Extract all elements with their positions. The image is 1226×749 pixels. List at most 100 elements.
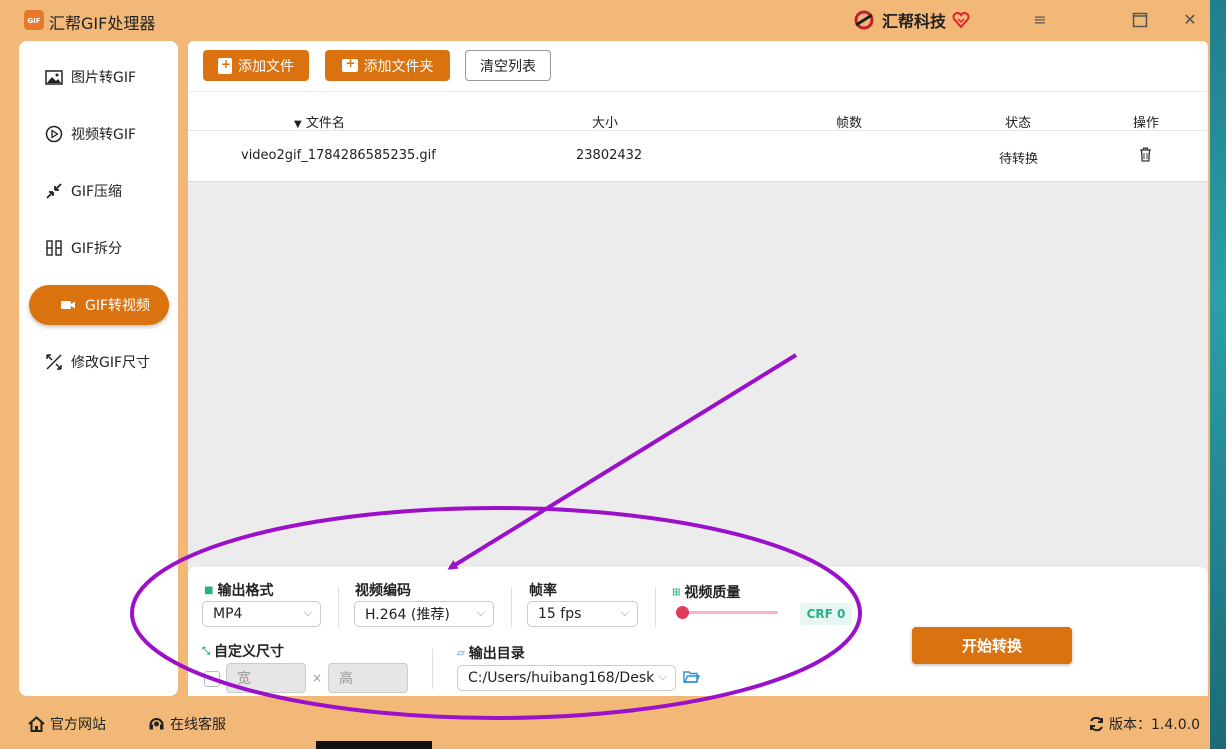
divider <box>655 587 656 627</box>
divider <box>511 587 512 627</box>
column-header-size: 大小 <box>592 116 619 131</box>
online-support-label: 在线客服 <box>170 717 226 733</box>
width-input[interactable]: 宽 <box>226 663 306 693</box>
video-codec-select[interactable]: H.264 (推荐) ⌵ <box>354 601 494 627</box>
sidebar-item-label: GIF拆分 <box>71 241 123 257</box>
split-icon <box>45 239 63 257</box>
file-table: ▼ 文件名 大小 帧数 状态 操作 video2gif_178428658523… <box>188 91 1208 182</box>
sidebar-item-gif-split[interactable]: GIF拆分 <box>29 228 169 268</box>
app-logo-icon: GIF <box>24 10 44 30</box>
image-icon <box>45 68 63 86</box>
frame-rate-value: 15 fps <box>538 606 582 622</box>
close-icon[interactable]: ✕ <box>1178 8 1202 32</box>
sidebar-item-label: 图片转GIF <box>71 70 137 86</box>
video-camera-icon <box>59 296 77 314</box>
sidebar-item-gif-to-video[interactable]: GIF转视频 <box>29 285 169 325</box>
folder-icon: ▱ <box>457 647 465 659</box>
open-folder-icon[interactable] <box>683 670 701 688</box>
app-window: GIF 汇帮GIF处理器 汇帮科技 ≡ ✕ 图片转GIF 视频转GIF GIF压… <box>0 0 1210 749</box>
add-file-icon <box>218 57 232 74</box>
sidebar-item-video-to-gif[interactable]: 视频转GIF <box>29 114 169 154</box>
resize-icon: ⤡ <box>202 645 210 657</box>
chevron-down-icon: ⌵ <box>658 670 667 683</box>
sidebar-item-image-to-gif[interactable]: 图片转GIF <box>29 57 169 97</box>
output-format-select[interactable]: MP4 ⌵ <box>202 601 321 627</box>
resize-icon <box>45 353 63 371</box>
toolbar: 添加文件 添加文件夹 清空列表 <box>188 41 1208 91</box>
video-codec-value: H.264 (推荐) <box>365 607 450 623</box>
output-dir-value: C:/Users/huibang168/Desk <box>468 670 655 686</box>
taskbar-fragment <box>316 741 432 749</box>
version-label: 版本：1.4.0.0 <box>1109 717 1200 733</box>
quality-slider-thumb[interactable] <box>676 606 689 619</box>
header-divider <box>188 130 1208 131</box>
chevron-down-icon: ⌵ <box>303 606 312 619</box>
sidebar-item-label: 修改GIF尺寸 <box>71 355 151 371</box>
title-bar: GIF 汇帮GIF处理器 汇帮科技 ≡ ✕ <box>0 0 1210 40</box>
video-quality-label: ⊞ 视频质量 <box>672 582 740 602</box>
frame-rate-select[interactable]: 15 fps ⌵ <box>527 601 638 627</box>
grid-icon: ⊞ <box>672 586 681 598</box>
column-header-frames: 帧数 <box>836 116 863 131</box>
sidebar: 图片转GIF 视频转GIF GIF压缩 GIF拆分 GIF转视频 修改GIF尺寸 <box>19 41 178 696</box>
output-format-label-text: 输出格式 <box>217 583 274 599</box>
divider <box>338 587 339 627</box>
video-quality-label-text: 视频质量 <box>684 585 741 601</box>
heart-icon[interactable] <box>952 11 970 29</box>
file-name-cell: video2gif_1784286585235.gif <box>241 148 436 163</box>
app-title: 汇帮GIF处理器 <box>49 14 156 33</box>
settings-panel: ■ 输出格式 MP4 ⌵ 视频编码 H.264 (推荐) ⌵ 帧率 15 fps… <box>188 567 1208 696</box>
file-status-cell: 待转换 <box>999 152 1039 167</box>
status-bar: 官方网站 在线客服 版本：1.4.0.0 <box>0 700 1210 749</box>
output-dir-label: ▱ 输出目录 <box>457 643 525 663</box>
divider <box>432 649 433 689</box>
video-codec-label: 视频编码 <box>355 583 411 599</box>
add-folder-icon <box>341 56 358 72</box>
brand: 汇帮科技 <box>852 8 970 32</box>
quality-slider-track[interactable] <box>683 611 778 614</box>
custom-size-label-text: 自定义尺寸 <box>214 644 284 660</box>
times-sign: × <box>312 671 323 685</box>
chevron-down-icon: ⌵ <box>620 606 629 619</box>
home-icon <box>28 716 45 732</box>
official-website-label: 官方网站 <box>50 717 106 733</box>
height-input[interactable]: 高 <box>328 663 408 693</box>
chevron-down-icon: ⌵ <box>476 606 485 619</box>
refresh-icon <box>1090 716 1103 732</box>
output-dir-label-text: 输出目录 <box>468 646 525 662</box>
compress-arrows-icon <box>45 182 63 200</box>
trash-icon[interactable] <box>1139 147 1152 166</box>
add-file-button[interactable]: 添加文件 <box>203 50 309 81</box>
add-folder-label: 添加文件夹 <box>363 58 434 75</box>
version-info[interactable]: 版本：1.4.0.0 <box>1088 714 1200 734</box>
official-website-link[interactable]: 官方网站 <box>28 714 106 734</box>
sort-desc-icon: ▼ <box>294 119 302 130</box>
table-divider <box>188 181 1208 182</box>
brand-logo-icon <box>854 10 874 30</box>
clear-list-button[interactable]: 清空列表 <box>465 50 551 81</box>
brand-name: 汇帮科技 <box>882 12 947 31</box>
output-dir-select[interactable]: C:/Users/huibang168/Desk ⌵ <box>457 665 676 691</box>
output-format-value: MP4 <box>213 606 243 622</box>
file-size-cell: 23802432 <box>576 148 643 163</box>
online-support-link[interactable]: 在线客服 <box>148 714 226 734</box>
menu-icon[interactable]: ≡ <box>1028 8 1052 32</box>
add-folder-button[interactable]: 添加文件夹 <box>325 50 450 81</box>
column-header-status: 状态 <box>1005 116 1032 131</box>
sidebar-item-resize-gif[interactable]: 修改GIF尺寸 <box>29 342 169 382</box>
sidebar-item-label: 视频转GIF <box>71 127 137 143</box>
frame-rate-label: 帧率 <box>529 583 557 599</box>
column-header-action: 操作 <box>1133 116 1160 131</box>
sidebar-item-label: GIF转视频 <box>85 298 151 314</box>
add-file-label: 添加文件 <box>238 58 294 75</box>
column-header-name-label: 文件名 <box>305 116 345 131</box>
crf-badge: CRF 0 <box>800 603 852 625</box>
start-convert-button[interactable]: 开始转换 <box>912 627 1072 664</box>
column-header-name[interactable]: ▼ 文件名 <box>294 112 345 131</box>
custom-size-label: ⤡ 自定义尺寸 <box>202 641 284 661</box>
video-camera-icon: ■ <box>204 584 214 596</box>
custom-size-checkbox[interactable] <box>204 671 220 687</box>
sidebar-item-gif-compress[interactable]: GIF压缩 <box>29 171 169 211</box>
sidebar-item-label: GIF压缩 <box>71 184 123 200</box>
maximize-icon[interactable] <box>1128 8 1152 32</box>
